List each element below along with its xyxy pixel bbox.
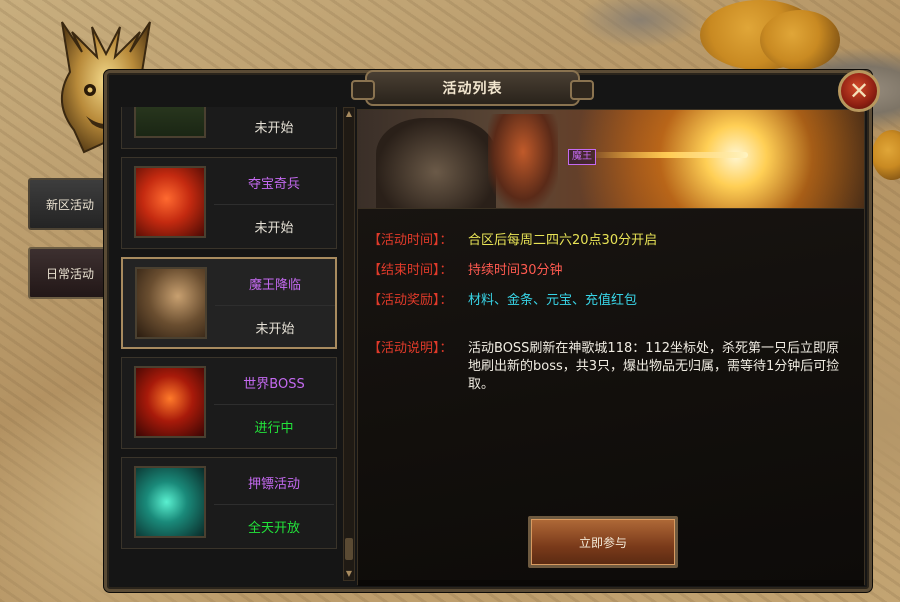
autumn-tree bbox=[760, 10, 840, 70]
close-icon[interactable]: ✕ bbox=[838, 70, 880, 112]
activity-name: 押镖活动 bbox=[247, 476, 300, 492]
description-value: 活动BOSS刷新在神歌城118：112坐标处，杀死第一只后立即原地刷出新的bos… bbox=[468, 341, 840, 392]
description-label: 【活动说明】： bbox=[368, 341, 453, 356]
reward-label: 【活动奖励】： bbox=[368, 293, 453, 308]
divider bbox=[214, 404, 334, 405]
demon-king-icon bbox=[135, 267, 207, 339]
activity-banner-image: 魔王 bbox=[358, 110, 864, 209]
activity-status: 全天开放 bbox=[247, 520, 300, 536]
list-item[interactable]: 押镖活动 全天开放 bbox=[121, 457, 337, 549]
activity-status: 未开始 bbox=[254, 220, 294, 236]
reward-value: 材料、金条、元宝、充值红包 bbox=[468, 293, 638, 308]
activity-detail-panel: 魔王 【活动时间】： 合区后每周二四六20点30分开启 【结束时间】： 持续时间… bbox=[357, 109, 865, 586]
list-item[interactable]: 夺宝奇兵 未开始 bbox=[121, 157, 337, 249]
activity-status: 未开始 bbox=[255, 321, 295, 337]
activity-time-label: 【活动时间】： bbox=[368, 233, 453, 248]
activity-list[interactable]: 未开始 夺宝奇兵 未开始 魔王降临 未开始 世界BOSS 进行中 押镖活动 全天… bbox=[121, 107, 341, 579]
flexing-arm-icon bbox=[134, 166, 206, 238]
activity-name: 魔王降临 bbox=[248, 277, 301, 293]
list-scrollbar[interactable]: ▲ ▼ bbox=[343, 107, 355, 581]
divider bbox=[215, 305, 335, 306]
tab-label: 新区活动 bbox=[45, 197, 94, 212]
treasure-chest-icon bbox=[134, 107, 206, 138]
tab-label: 日常活动 bbox=[45, 266, 94, 281]
tab-daily-events[interactable]: 日常活动 bbox=[28, 247, 112, 299]
join-now-button[interactable]: 立即参与 bbox=[528, 516, 678, 568]
boss-face-icon bbox=[134, 366, 206, 438]
window-title: 活动列表 bbox=[351, 70, 594, 106]
activity-status: 未开始 bbox=[254, 120, 294, 136]
magic-beam bbox=[588, 152, 748, 158]
divider bbox=[214, 204, 334, 205]
activity-name: 世界BOSS bbox=[243, 376, 305, 392]
list-item[interactable]: 魔王降临 未开始 bbox=[121, 257, 337, 349]
warrior-figure bbox=[376, 118, 496, 208]
scroll-down-arrow-icon[interactable]: ▼ bbox=[344, 568, 354, 580]
scroll-thumb[interactable] bbox=[345, 538, 353, 560]
escort-claw-icon bbox=[134, 466, 206, 538]
panel-bottom-edge bbox=[358, 580, 864, 586]
tab-new-server-events[interactable]: 新区活动 bbox=[28, 178, 112, 230]
banner-name-tag: 魔王 bbox=[568, 149, 596, 165]
scroll-up-arrow-icon[interactable]: ▲ bbox=[344, 108, 354, 120]
activity-name: 夺宝奇兵 bbox=[247, 176, 300, 192]
activity-status: 进行中 bbox=[254, 420, 294, 436]
activity-list-window: 活动列表 未开始 夺宝奇兵 未开始 魔王降临 未开始 世界BOSS 进行中 押镖… bbox=[104, 70, 872, 592]
mage-figure bbox=[488, 114, 558, 208]
divider bbox=[214, 504, 334, 505]
end-time-value: 持续时间30分钟 bbox=[468, 263, 563, 278]
activity-time-value: 合区后每周二四六20点30分开启 bbox=[468, 233, 658, 248]
list-item[interactable]: 未开始 bbox=[121, 107, 337, 149]
list-item[interactable]: 世界BOSS 进行中 bbox=[121, 357, 337, 449]
end-time-label: 【结束时间】： bbox=[368, 263, 453, 278]
